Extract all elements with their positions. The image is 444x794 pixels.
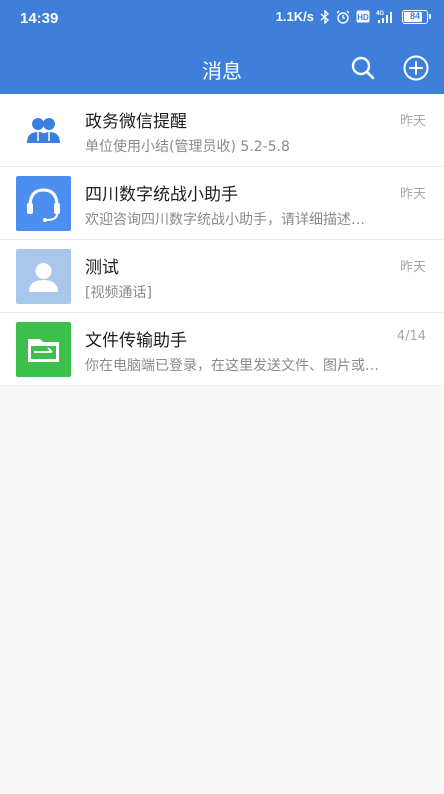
bluetooth-icon (320, 9, 330, 24)
conversation-name: 测试 (85, 258, 119, 278)
conversation-preview: 单位使用小结(管理员收) 5.2-5.8 (85, 139, 290, 155)
status-icons: 1.1K/s HD 4G 84 (275, 9, 431, 24)
conversation-name: 四川数字统战小助手 (85, 185, 238, 205)
conversation-time: 昨天 (399, 114, 426, 129)
conversation-preview: 你在电脑端已登录，在这里发送文件、图片或… (85, 358, 379, 374)
hd-icon: HD (356, 10, 370, 23)
battery-icon: 84 (402, 9, 431, 24)
status-time: 14:39 (20, 10, 59, 27)
conversation-item[interactable]: 测试 [视频通话] 昨天 (0, 240, 444, 313)
add-circle-icon[interactable] (402, 54, 430, 82)
svg-text:HD: HD (357, 13, 369, 22)
alarm-icon (336, 10, 350, 24)
conversation-time: 昨天 (399, 260, 426, 275)
page-title: 消息 (202, 59, 242, 83)
app-header: 14:39 1.1K/s HD 4G 84 消息 (0, 0, 444, 94)
conversation-item[interactable]: 文件传输助手 你在电脑端已登录，在这里发送文件、图片或… 4/14 (0, 313, 444, 386)
search-icon[interactable] (350, 55, 376, 81)
conversation-item[interactable]: 政务微信提醒 单位使用小结(管理员收) 5.2-5.8 昨天 (0, 94, 444, 167)
network-type: 4G (376, 11, 384, 17)
signal-icon: 4G (376, 10, 396, 24)
avatar (16, 322, 71, 377)
conversation-name: 文件传输助手 (85, 331, 187, 351)
avatar (16, 103, 71, 158)
conversation-time: 4/14 (396, 329, 426, 344)
conversation-list: 政务微信提醒 单位使用小结(管理员收) 5.2-5.8 昨天 四川数字统战小助手… (0, 94, 444, 386)
users-icon (16, 118, 71, 158)
status-bar: 14:39 1.1K/s HD 4G 84 (0, 0, 444, 38)
folder-icon (16, 339, 71, 377)
avatar (16, 249, 71, 304)
avatar (16, 176, 71, 231)
conversation-preview: 欢迎咨询四川数字统战小助手，请详细描述… (85, 212, 365, 228)
conversation-item[interactable]: 四川数字统战小助手 欢迎咨询四川数字统战小助手，请详细描述… 昨天 (0, 167, 444, 240)
battery-level: 84 (409, 10, 420, 21)
conversation-name: 政务微信提醒 (85, 112, 187, 132)
net-speed: 1.1K/s (275, 9, 314, 24)
headset-icon (16, 188, 71, 231)
person-icon (16, 263, 71, 304)
conversation-time: 昨天 (399, 187, 426, 202)
conversation-preview: [视频通话] (85, 285, 152, 301)
